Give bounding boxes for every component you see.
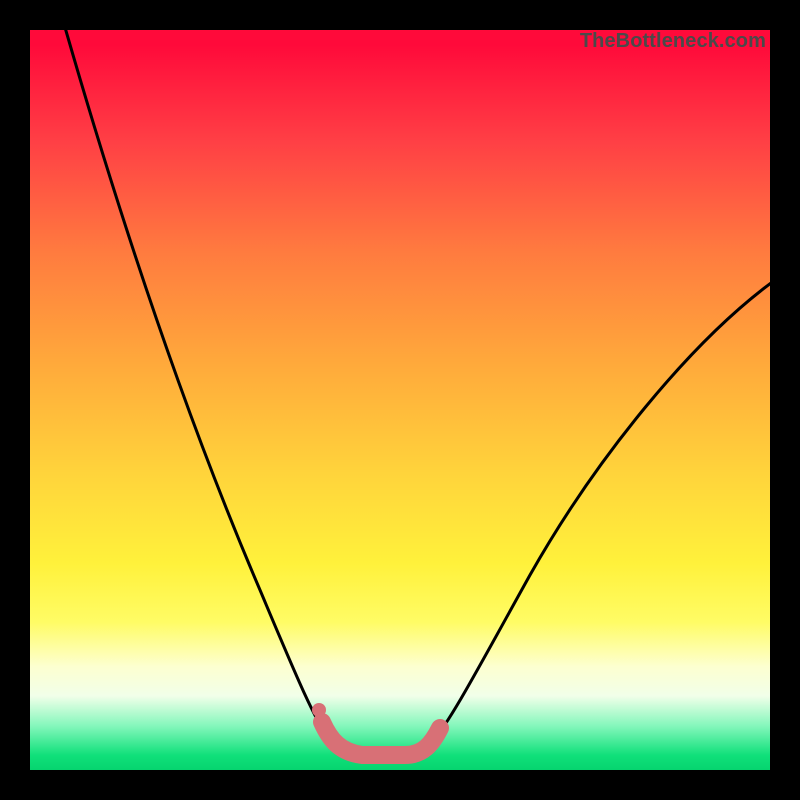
attribution-text: TheBottleneck.com [580,30,766,53]
plot-area [30,30,770,770]
bottleneck-curve [30,30,770,770]
valley-marker-dot [312,703,326,717]
valley-marker [322,722,440,755]
curve-path [60,30,770,756]
